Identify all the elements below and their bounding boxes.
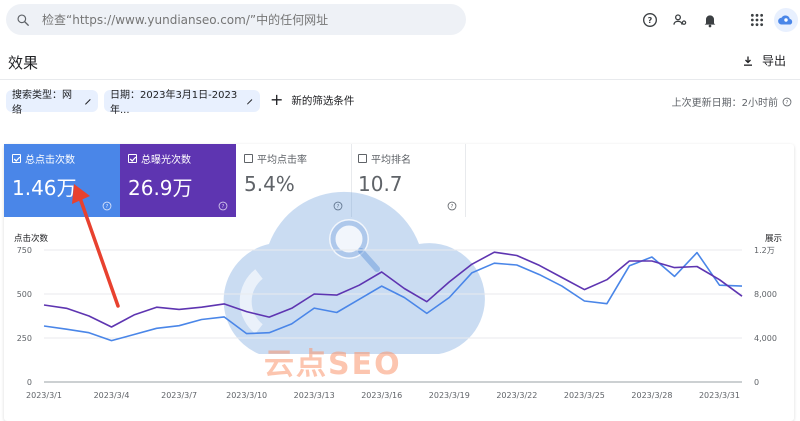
clicks-series-line: [43, 251, 743, 342]
left-axis-tick-label: 500: [17, 290, 32, 299]
x-axis-tick-label: 2023/3/31: [699, 391, 740, 400]
performance-card: 总点击次数 1.46万 ? 总曝光次数 26.9万 ? 平均点击率 5.4% ?…: [4, 144, 794, 421]
url-inspection-search[interactable]: [6, 4, 466, 35]
header-divider: [0, 79, 800, 80]
date-filter-chip[interactable]: 日期：2023年3月1日-2023年...: [104, 90, 260, 116]
help-icon[interactable]: ?: [640, 10, 660, 30]
export-label: 导出: [761, 54, 786, 68]
x-axis-tick-label: 2023/3/22: [496, 391, 537, 400]
left-axis-tick-label: 0: [27, 378, 32, 387]
right-axis-tick-label: 8,000: [754, 290, 777, 299]
edit-pencil-icon: [84, 98, 91, 105]
search-input[interactable]: [42, 12, 442, 27]
plus-icon: +: [270, 90, 284, 109]
download-icon: [743, 56, 752, 66]
date-label: 日期：2023年3月1日-2023年...: [110, 90, 238, 116]
new-filter-button[interactable]: + 新的筛选条件: [270, 92, 354, 108]
account-avatar[interactable]: [774, 8, 798, 32]
search-type-label: 搜索类型：网络: [12, 90, 72, 116]
apps-grid-icon[interactable]: [747, 10, 767, 30]
svg-text:?: ?: [786, 99, 789, 105]
x-axis-tick-label: 2023/3/28: [631, 391, 672, 400]
x-axis-tick-label: 2023/3/19: [429, 391, 470, 400]
x-axis-tick-label: 2023/3/4: [94, 391, 130, 400]
right-axis-tick-label: 1.2万: [754, 246, 775, 255]
x-axis-tick-label: 2023/3/10: [226, 391, 267, 400]
export-button[interactable]: 导出: [742, 52, 786, 69]
manage-users-icon[interactable]: [670, 10, 690, 30]
svg-text:?: ?: [648, 16, 653, 25]
last-updated-text: 上次更新日期：2小时前: [671, 98, 778, 109]
right-axis-tick-label: 0: [754, 378, 759, 387]
left-axis-tick-label: 750: [17, 246, 32, 255]
filter-bar: 搜索类型：网络 日期：2023年3月1日-2023年... + 新的筛选条件 上…: [0, 90, 800, 116]
notifications-bell-icon[interactable]: [700, 10, 720, 30]
top-bar: ?: [0, 0, 800, 40]
search-icon: [17, 13, 29, 26]
new-filter-label: 新的筛选条件: [291, 94, 355, 107]
red-arrow-annotation: [72, 184, 120, 308]
x-axis-tick-label: 2023/3/1: [26, 391, 62, 400]
x-axis-tick-label: 2023/3/25: [564, 391, 605, 400]
x-axis-tick-label: 2023/3/16: [361, 391, 402, 400]
cloud-logo-icon: [778, 15, 793, 25]
x-axis-tick-label: 2023/3/7: [161, 391, 197, 400]
edit-pencil-icon: [247, 98, 253, 104]
search-type-filter-chip[interactable]: 搜索类型：网络: [6, 90, 98, 116]
right-axis-tick-label: 4,000: [754, 334, 777, 343]
page-title: 效果: [8, 54, 39, 72]
last-updated: 上次更新日期：2小时前 ?: [672, 94, 792, 109]
help-circle-icon[interactable]: ?: [782, 97, 792, 107]
x-axis-tick-label: 2023/3/13: [294, 391, 335, 400]
left-axis-tick-label: 250: [17, 334, 32, 343]
